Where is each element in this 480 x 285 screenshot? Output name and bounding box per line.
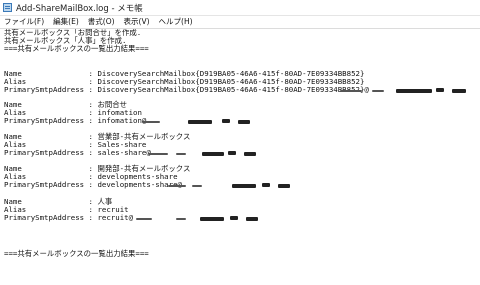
redaction-mark	[228, 151, 236, 155]
redaction-mark	[202, 152, 224, 156]
log-line: PrimarySmtpAddress : DiscoverySearchMail…	[4, 85, 369, 94]
redaction-mark	[168, 185, 186, 187]
log-line: PrimarySmtpAddress : infomation@	[4, 116, 147, 125]
redaction-mark	[238, 120, 250, 124]
redaction-mark	[396, 89, 432, 93]
redaction-mark	[192, 185, 202, 187]
redaction-mark	[148, 153, 168, 155]
redaction-mark	[244, 152, 256, 156]
redaction-mark	[176, 218, 186, 220]
redaction-mark	[278, 184, 290, 188]
redaction-mark	[340, 90, 362, 92]
log-line: PrimarySmtpAddress : developments-share@	[4, 180, 182, 189]
redaction-mark	[176, 153, 186, 155]
redaction-mark	[436, 88, 444, 92]
menu-bar: ファイル(F) 編集(E) 書式(O) 表示(V) ヘルプ(H)	[0, 16, 480, 29]
log-line: PrimarySmtpAddress : recruit@	[4, 213, 134, 222]
log-line: PrimarySmtpAddress : sales-share@	[4, 148, 151, 157]
title-bar: Add-ShareMailBox.log - メモ帳	[0, 0, 480, 16]
redaction-mark	[262, 183, 270, 187]
menu-format[interactable]: 書式(O)	[84, 16, 120, 28]
redaction-mark	[222, 119, 230, 123]
notepad-icon	[3, 3, 12, 12]
log-line: ===共有メールボックスの一覧出力結果===	[4, 44, 149, 53]
redaction-mark	[200, 217, 224, 221]
redaction-mark	[246, 217, 258, 221]
redaction-mark	[232, 184, 256, 188]
menu-view[interactable]: 表示(V)	[120, 16, 155, 28]
redaction-mark	[230, 216, 238, 220]
menu-edit[interactable]: 編集(E)	[49, 16, 84, 28]
menu-help[interactable]: ヘルプ(H)	[155, 16, 198, 28]
text-editor-area[interactable]: 共有メールボックス「お問合せ」を作成. 共有メールボックス「人事」を作成. ==…	[0, 29, 480, 285]
redaction-mark	[136, 218, 152, 220]
redaction-mark	[452, 89, 466, 93]
log-line: ===共有メールボックスの一覧出力結果===	[4, 249, 149, 258]
redaction-mark	[188, 120, 212, 124]
menu-file[interactable]: ファイル(F)	[0, 16, 49, 28]
window-title: Add-ShareMailBox.log - メモ帳	[16, 4, 143, 14]
redaction-mark	[142, 121, 160, 123]
redaction-mark	[372, 90, 384, 92]
